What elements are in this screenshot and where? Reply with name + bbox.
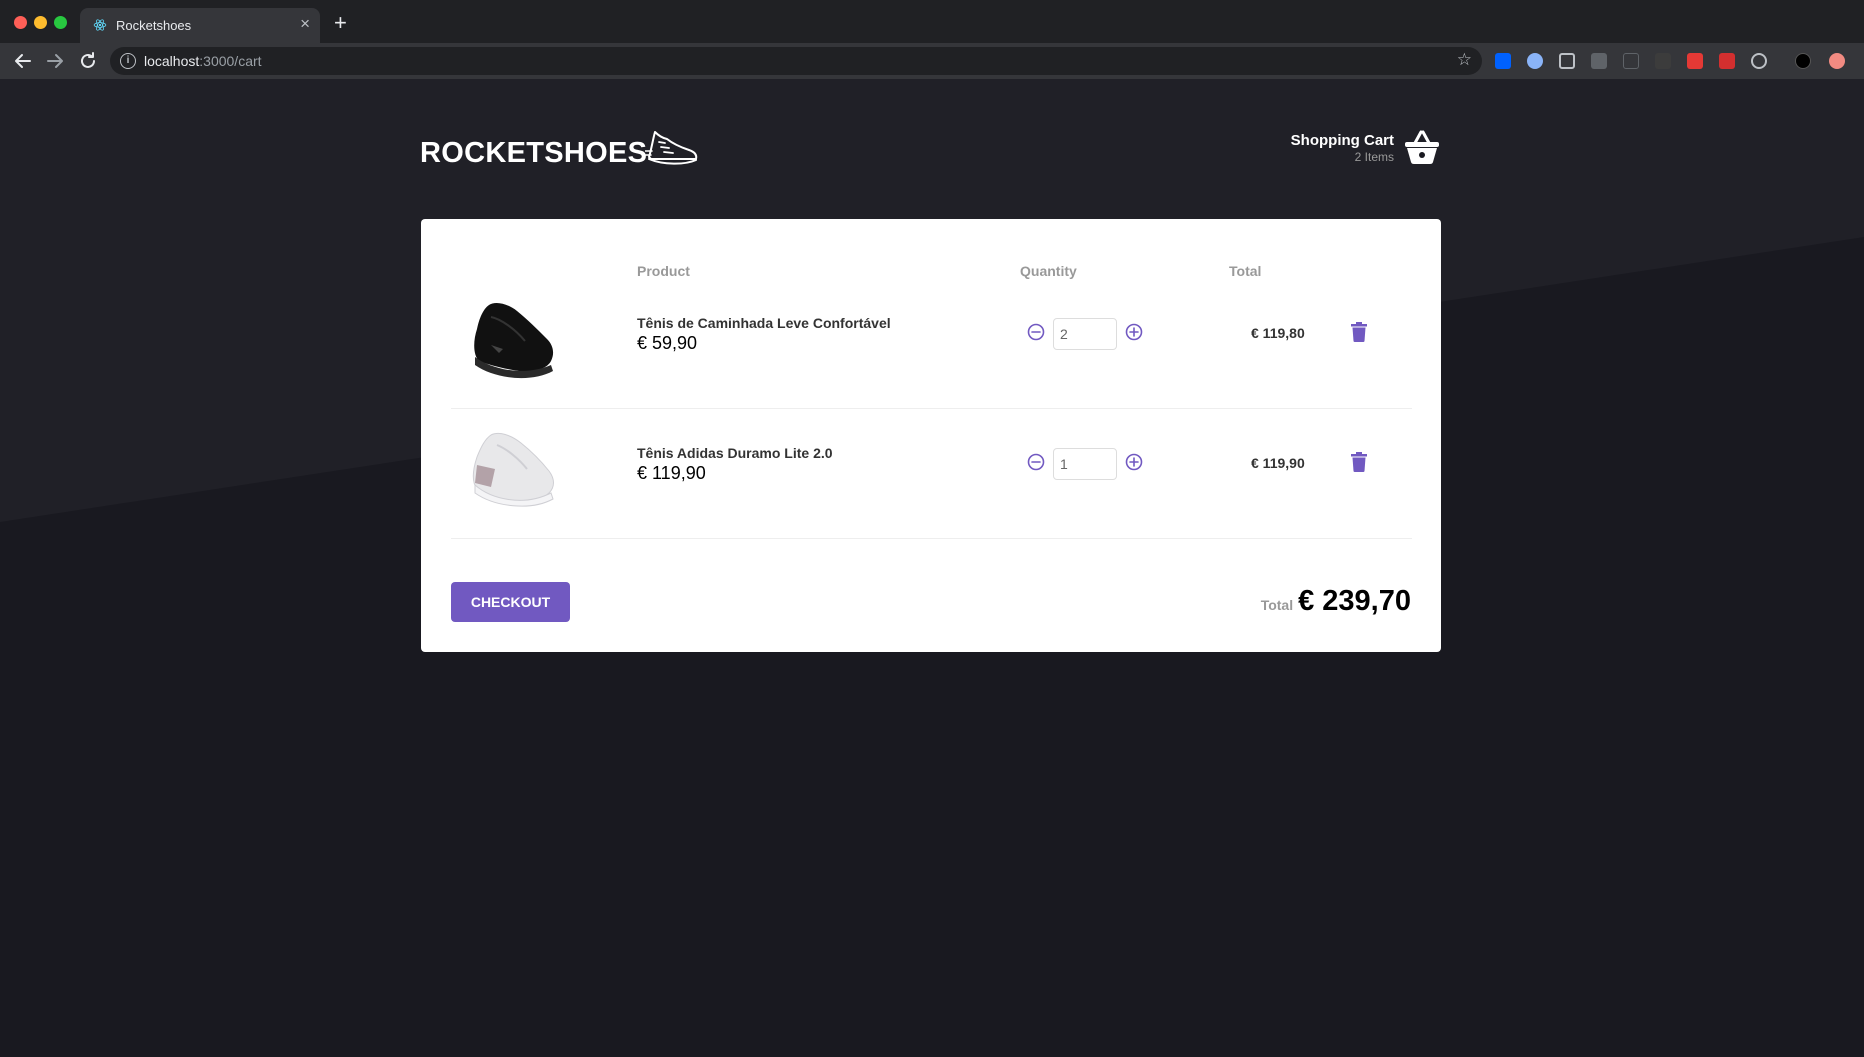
quantity-input[interactable] [1053, 318, 1117, 350]
delete-icon[interactable] [1351, 322, 1367, 342]
page: ROCKETSHOES Shopping Cart 2 Items Produc… [0, 79, 1864, 1057]
product-price: € 119,90 [637, 463, 706, 483]
cors-extension-icon[interactable] [1719, 53, 1735, 69]
increment-icon[interactable] [1125, 453, 1143, 471]
cart-link[interactable]: Shopping Cart 2 Items [1240, 129, 1440, 189]
delete-icon[interactable] [1351, 452, 1367, 472]
logo[interactable]: ROCKETSHOES [420, 137, 647, 170]
product-image [474, 303, 554, 379]
product-price: € 59,90 [637, 333, 698, 353]
url-host: localhost [144, 53, 200, 69]
total-label: Total [1260, 597, 1294, 613]
window-zoom-button[interactable] [54, 16, 67, 29]
column-header-total: Total [1229, 263, 1262, 279]
address-bar[interactable]: i localhost:3000/cart ☆ [110, 47, 1482, 75]
pocket-extension-icon[interactable] [1559, 53, 1575, 69]
extension-icon[interactable] [1751, 53, 1767, 69]
row-subtotal: € 119,90 [1251, 455, 1305, 471]
tab-close-icon[interactable]: × [300, 15, 310, 32]
url-path: :3000/cart [199, 53, 262, 69]
decrement-icon[interactable] [1027, 323, 1045, 341]
window-close-button[interactable] [14, 16, 27, 29]
tab-strip: Rocketshoes × + [0, 0, 1864, 43]
table-row: Tênis de Caminhada Leve Confortável € 59… [451, 279, 1412, 409]
react-icon [93, 19, 107, 31]
quantity-input[interactable] [1053, 448, 1117, 480]
back-icon[interactable] [12, 50, 34, 72]
cart-item-count: 2 Items [1354, 150, 1394, 164]
extension-icon[interactable] [1623, 53, 1639, 69]
dropbox-extension-icon[interactable] [1495, 53, 1511, 69]
browser-toolbar: i localhost:3000/cart ☆ [0, 43, 1864, 79]
column-header-product: Product [637, 263, 690, 279]
update-icon[interactable] [1829, 53, 1845, 69]
cart-container: Product Quantity Total Tênis de Caminhad… [421, 219, 1441, 652]
extension-icon[interactable] [1687, 53, 1703, 69]
site-header: ROCKETSHOES Shopping Cart 2 Items [420, 129, 1440, 189]
checkout-button[interactable]: Checkout [451, 582, 570, 622]
extension-icon[interactable] [1527, 53, 1543, 69]
shopping-basket-icon [1405, 130, 1439, 164]
profile-avatar[interactable] [1795, 53, 1811, 69]
reload-icon[interactable] [77, 50, 99, 72]
extension-icon[interactable] [1655, 53, 1671, 69]
bookmark-star-icon[interactable]: ☆ [1457, 50, 1472, 70]
table-row: Tênis Adidas Duramo Lite 2.0 € 119,90 € … [451, 409, 1412, 539]
decrement-icon[interactable] [1027, 453, 1045, 471]
product-image [472, 432, 554, 507]
url-text[interactable]: localhost:3000/cart [144, 53, 262, 69]
product-name: Tênis Adidas Duramo Lite 2.0 [637, 445, 833, 461]
site-info-icon[interactable]: i [120, 53, 136, 69]
window-minimize-button[interactable] [34, 16, 47, 29]
product-name: Tênis de Caminhada Leve Confortável [637, 315, 891, 331]
counter-extension-icon[interactable] [1591, 53, 1607, 69]
browser-chrome: Rocketshoes × + i localhost:3000/cart ☆ [0, 0, 1864, 79]
column-header-quantity: Quantity [1020, 263, 1077, 279]
row-subtotal: € 119,80 [1251, 325, 1305, 341]
sneaker-logo-icon [645, 131, 698, 165]
browser-tab[interactable]: Rocketshoes × [80, 8, 320, 43]
cart-title: Shopping Cart [1290, 132, 1394, 149]
new-tab-button[interactable]: + [334, 12, 347, 34]
forward-icon[interactable] [44, 50, 66, 72]
tab-title: Rocketshoes [116, 18, 192, 33]
total-value: € 239,70 [1298, 585, 1411, 617]
increment-icon[interactable] [1125, 323, 1143, 341]
order-total: Total € 239,70 [1261, 585, 1411, 618]
